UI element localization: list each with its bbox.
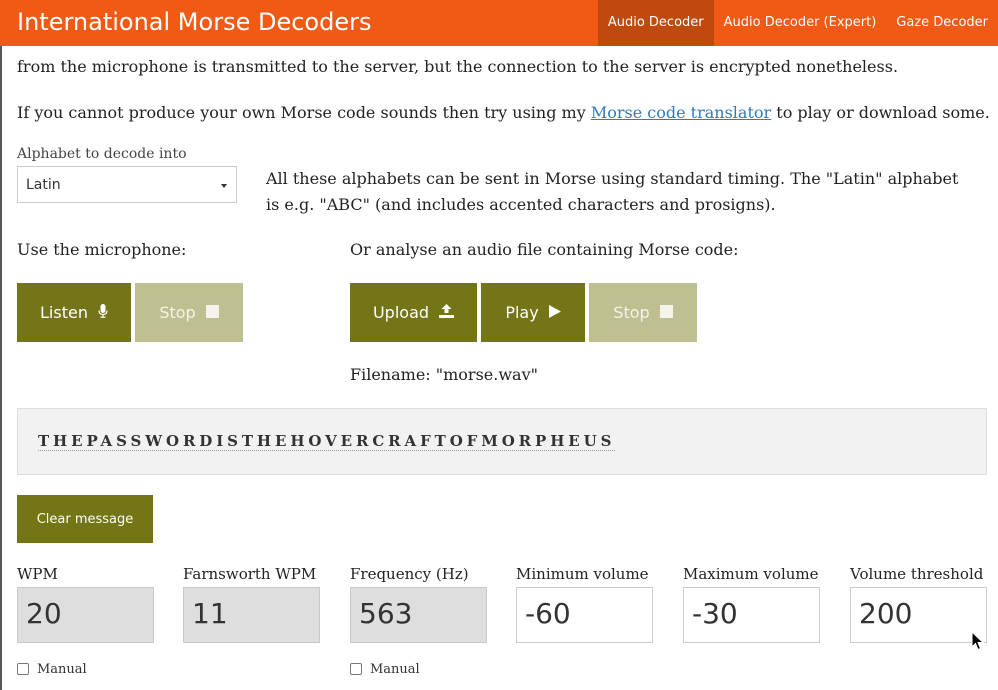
wpm-manual-checkbox[interactable]	[17, 662, 29, 675]
mic-stop-label: Stop	[159, 303, 196, 322]
mic-stop-button[interactable]: Stop	[135, 283, 243, 342]
nav-gaze-decoder[interactable]: Gaze Decoder	[886, 0, 998, 46]
play-label: Play	[505, 303, 539, 322]
decoded-message: THEPASSWORDISTHEHOVERCRAFTOFMORPHEUS	[38, 432, 616, 451]
listen-label: Listen	[40, 303, 88, 322]
translator-paragraph: If you cannot produce your own Morse cod…	[17, 100, 990, 125]
alphabet-selected-value: Latin	[26, 177, 61, 193]
wpm-field: 20	[17, 587, 154, 643]
frequency-field: 563	[350, 587, 487, 643]
morse-translator-link[interactable]: Morse code translator	[591, 103, 771, 122]
top-bar: International Morse Decoders Audio Decod…	[0, 0, 998, 46]
file-stop-label: Stop	[613, 303, 650, 322]
mouse-cursor-icon	[971, 630, 985, 655]
frequency-label: Frequency (Hz)	[350, 565, 469, 583]
upload-button[interactable]: Upload	[350, 283, 477, 342]
stop-icon	[205, 303, 219, 322]
wpm-label: WPM	[17, 565, 58, 583]
intro-text: from the microphone is transmitted to th…	[17, 57, 899, 76]
upload-label: Upload	[372, 303, 430, 322]
file-stop-button[interactable]: Stop	[589, 283, 697, 342]
clear-message-button[interactable]: Clear message	[17, 495, 153, 543]
wpm-manual-option: Manual	[17, 662, 87, 677]
farnsworth-field: 11	[183, 587, 320, 643]
frequency-manual-checkbox[interactable]	[350, 662, 362, 675]
site-title[interactable]: International Morse Decoders	[17, 8, 371, 36]
microphone-icon	[98, 303, 108, 322]
alphabet-label: Alphabet to decode into	[17, 146, 187, 162]
play-icon	[548, 303, 561, 322]
alphabet-select[interactable]: Latin	[17, 166, 237, 203]
listen-button[interactable]: Listen	[17, 283, 131, 342]
max-volume-label: Maximum volume	[683, 565, 819, 583]
microphone-label: Use the microphone:	[17, 240, 187, 259]
nav-audio-decoder-expert[interactable]: Audio Decoder (Expert)	[714, 0, 887, 46]
decoded-output-box: THEPASSWORDISTHEHOVERCRAFTOFMORPHEUS	[17, 408, 987, 475]
farnsworth-label: Farnsworth WPM	[183, 565, 317, 583]
upload-icon	[439, 303, 455, 322]
threshold-field[interactable]: 200	[850, 587, 987, 643]
filename-text: Filename: "morse.wav"	[350, 365, 538, 384]
frequency-manual-option: Manual	[350, 662, 420, 677]
wpm-manual-label: Manual	[37, 662, 87, 677]
translator-text-post: to play or download some.	[771, 103, 990, 122]
window-edge	[0, 46, 2, 690]
translator-text-pre: If you cannot produce your own Morse cod…	[17, 103, 591, 122]
caret-down-icon	[221, 184, 227, 188]
min-volume-field[interactable]: -60	[516, 587, 653, 643]
max-volume-field[interactable]: -30	[683, 587, 820, 643]
threshold-label: Volume threshold	[850, 565, 984, 583]
main-nav: Audio Decoder Audio Decoder (Expert) Gaz…	[597, 0, 998, 46]
min-volume-label: Minimum volume	[516, 565, 649, 583]
frequency-manual-label: Manual	[370, 662, 420, 677]
alphabet-note: All these alphabets can be sent in Morse…	[266, 169, 959, 214]
nav-audio-decoder[interactable]: Audio Decoder	[597, 0, 714, 46]
stop-icon	[659, 303, 673, 322]
audio-file-label: Or analyse an audio file containing Mors…	[350, 240, 739, 259]
play-button[interactable]: Play	[481, 283, 585, 342]
